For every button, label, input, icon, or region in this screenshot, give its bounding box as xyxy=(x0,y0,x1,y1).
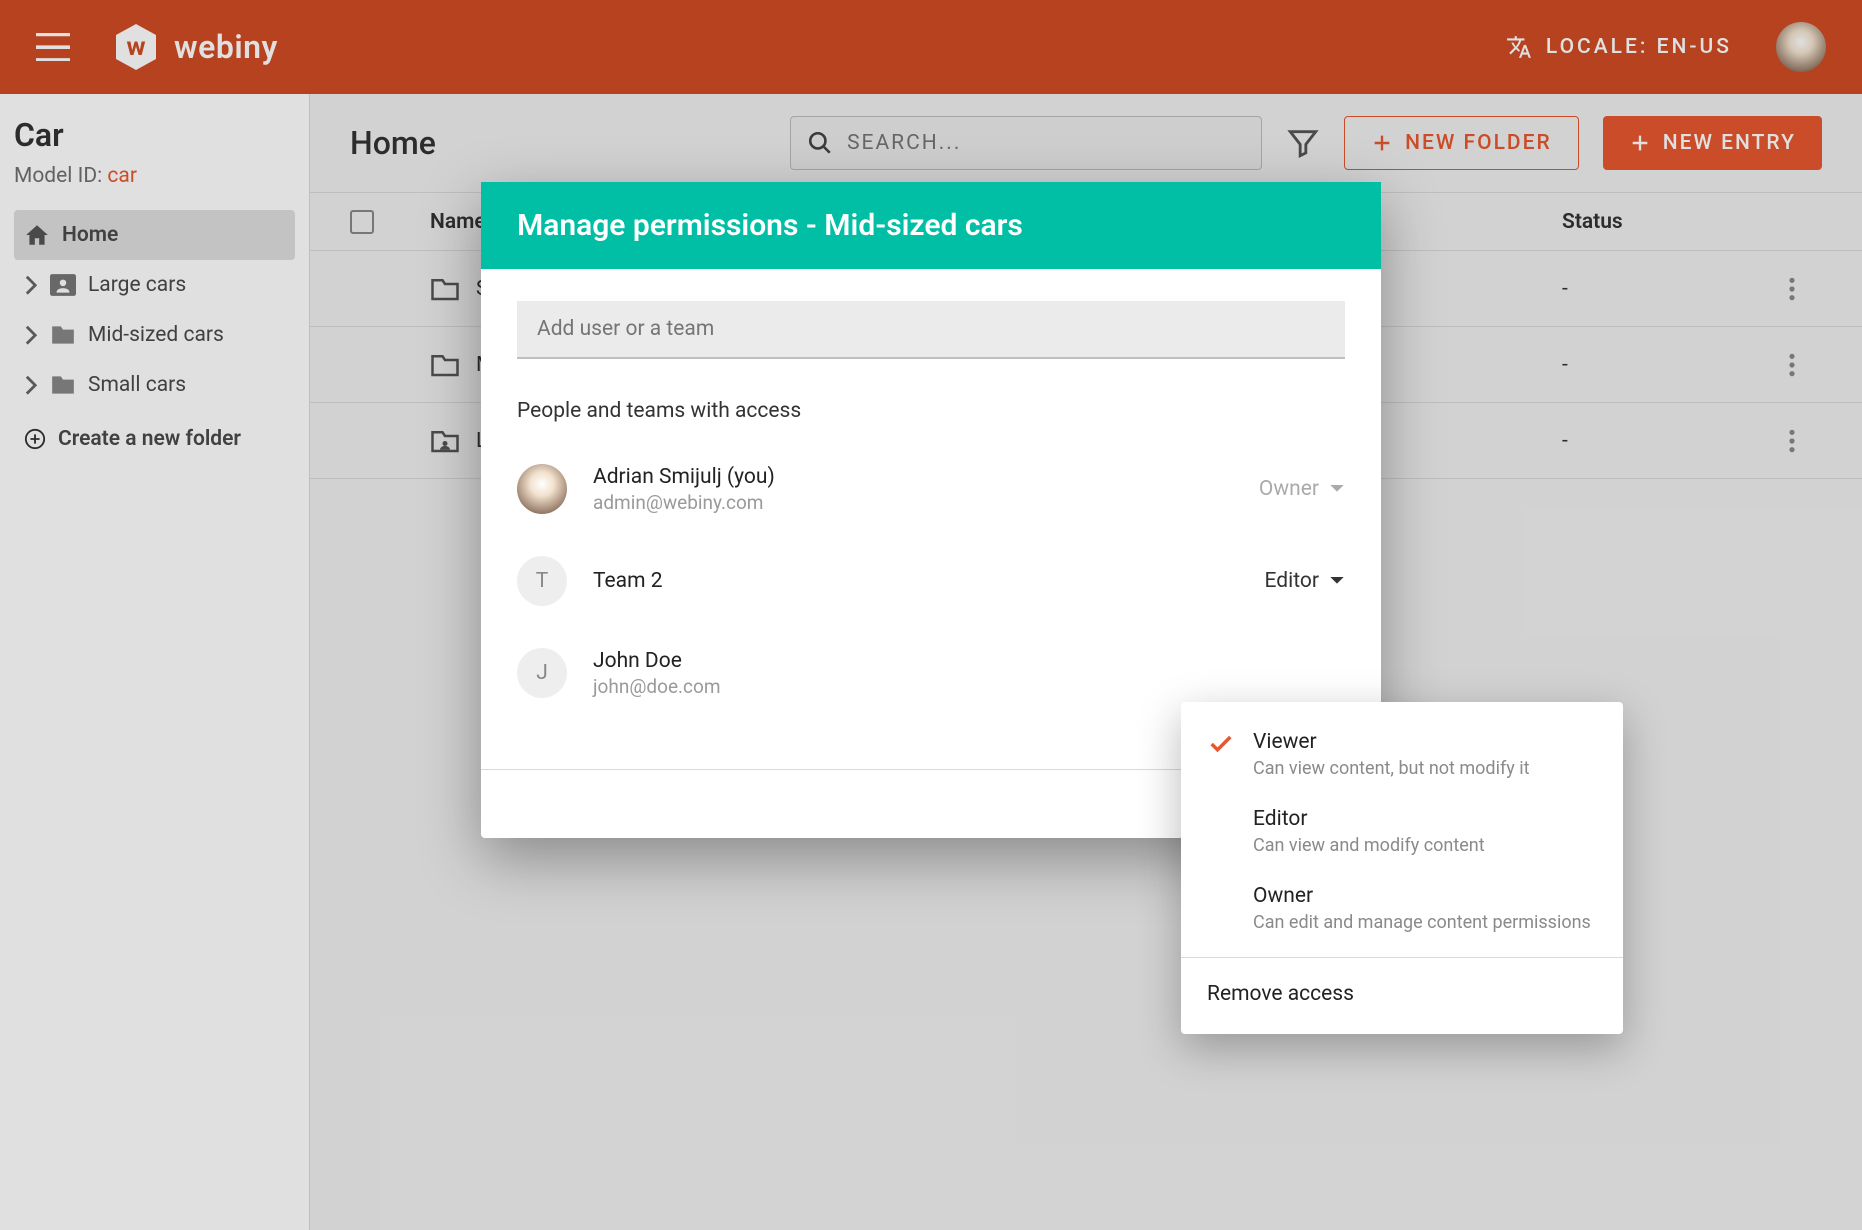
role-selector[interactable]: Editor xyxy=(1265,569,1345,593)
role-option-viewer[interactable]: Viewer Can view content, but not modify … xyxy=(1181,716,1623,793)
user-avatar-icon: J xyxy=(517,648,567,698)
modal-overlay[interactable]: Manage permissions - Mid-sized cars Peop… xyxy=(0,0,1862,1230)
dropdown-separator xyxy=(1181,957,1623,958)
role-option-owner[interactable]: Owner Can edit and manage content permis… xyxy=(1181,870,1623,947)
permission-email: admin@webiny.com xyxy=(593,491,1233,514)
team-avatar-icon: T xyxy=(517,556,567,606)
check-icon xyxy=(1207,730,1235,758)
permissions-modal: Manage permissions - Mid-sized cars Peop… xyxy=(481,182,1381,838)
modal-title: Manage permissions - Mid-sized cars xyxy=(481,182,1381,269)
access-section-label: People and teams with access xyxy=(517,399,1345,423)
role-dropdown: Viewer Can view content, but not modify … xyxy=(1181,702,1623,1034)
permission-list: Adrian Smijulj (you) admin@webiny.com Ow… xyxy=(517,443,1345,719)
add-user-input[interactable] xyxy=(517,301,1345,359)
caret-down-icon xyxy=(1329,573,1345,589)
caret-down-icon xyxy=(1329,481,1345,497)
permission-name: Adrian Smijulj (you) xyxy=(593,465,1233,489)
permission-name: Team 2 xyxy=(593,569,1239,593)
user-avatar-icon xyxy=(517,464,567,514)
permission-row: Adrian Smijulj (you) admin@webiny.com Ow… xyxy=(517,443,1345,535)
permission-row: T Team 2 Editor xyxy=(517,535,1345,627)
remove-access-option[interactable]: Remove access xyxy=(1181,968,1623,1020)
role-selector: Owner xyxy=(1259,477,1345,501)
role-option-editor[interactable]: Editor Can view and modify content xyxy=(1181,793,1623,870)
permission-email: john@doe.com xyxy=(593,675,1319,698)
permission-name: John Doe xyxy=(593,649,1319,673)
